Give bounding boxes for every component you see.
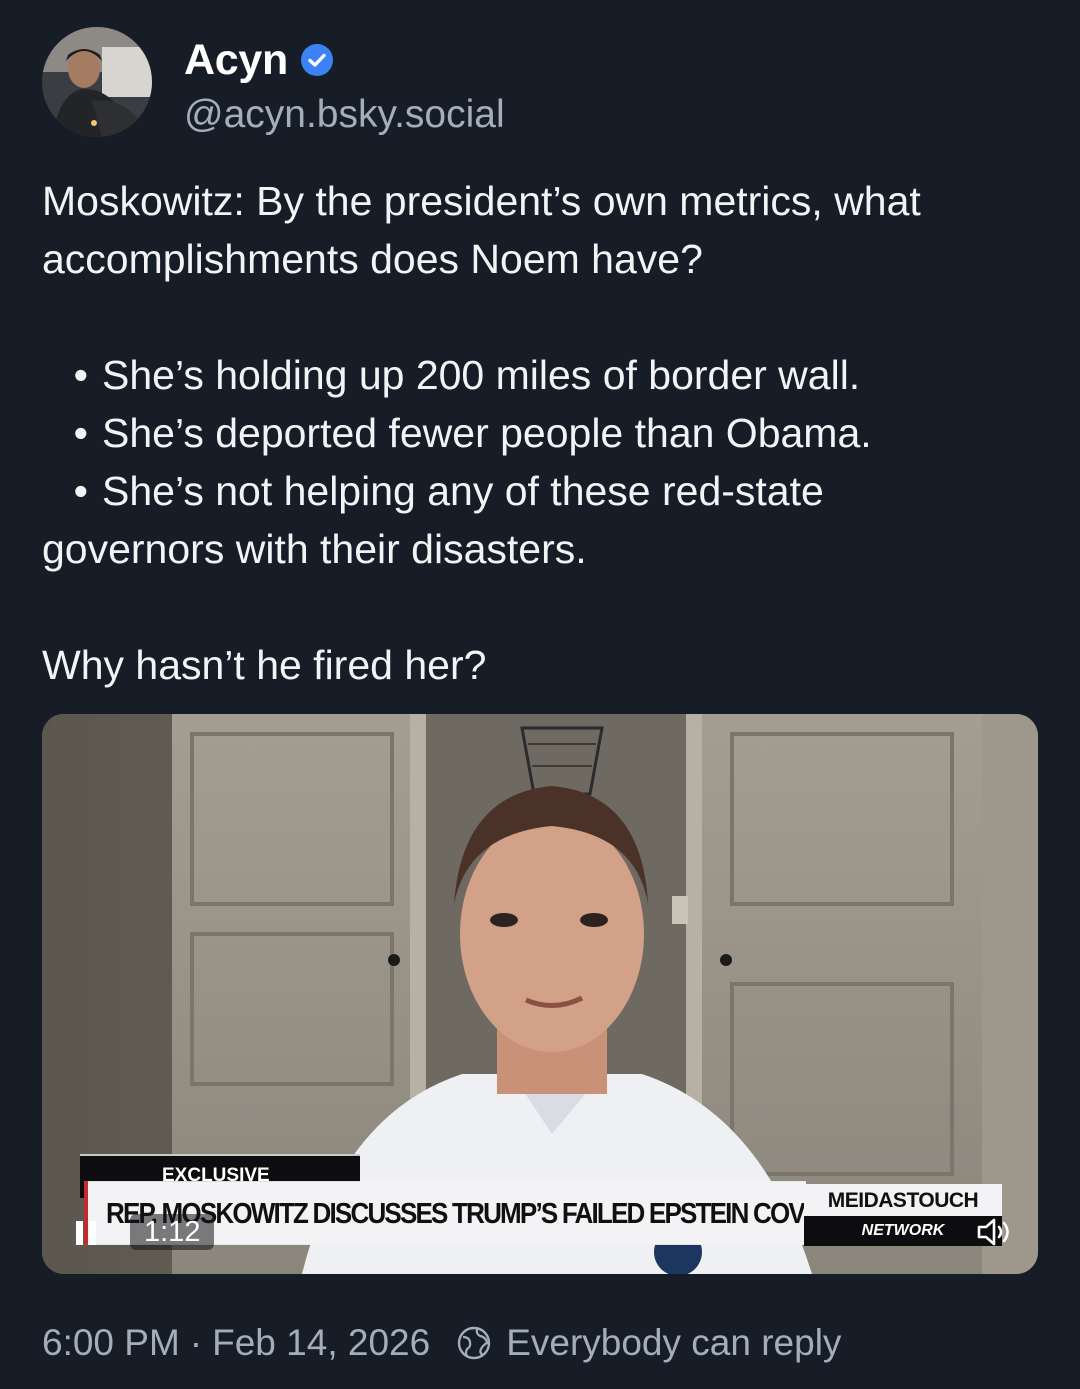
bullet-text: She’s deported fewer people than Obama. xyxy=(102,410,872,456)
author-handle[interactable]: @acyn.bsky.social xyxy=(184,93,505,137)
globe-icon xyxy=(457,1326,491,1360)
speaker-icon[interactable] xyxy=(976,1216,1012,1248)
post-time[interactable]: 6:00 PM xyxy=(42,1322,180,1364)
verified-check-icon xyxy=(300,44,333,76)
brand-name: MEIDASTOUCH xyxy=(827,1189,979,1212)
pause-icon[interactable] xyxy=(74,1219,100,1247)
video-brand: MEIDASTOUCH NETWORK xyxy=(804,1184,1002,1246)
bullet-continuation: governors with their disasters. xyxy=(42,526,587,572)
brand-subtitle: NETWORK xyxy=(804,1216,1002,1246)
post-closing: Why hasn’t he fired her? xyxy=(42,642,487,688)
video-player[interactable]: EXCLUSIVE REP. MOSKOWITZ DISCUSSES TRUMP… xyxy=(42,714,1038,1274)
post-header: Acyn @acyn.bsky.social xyxy=(42,27,1042,139)
video-elapsed-time: 1:12 xyxy=(130,1214,215,1250)
reply-setting[interactable]: Everybody can reply xyxy=(506,1322,841,1364)
author-name-row: Acyn xyxy=(184,35,334,85)
bullet-dot: • xyxy=(73,410,88,456)
post-footer: 6:00 PM · Feb 14, 2026 Everybody can rep… xyxy=(42,1318,841,1368)
bullet-item-1: • She’s holding up 200 miles of border wa… xyxy=(42,346,1042,404)
post-body: Moskowitz: By the president’s own metric… xyxy=(42,172,1042,694)
bullet-item-2: • She’s deported fewer people than Obama. xyxy=(42,404,1042,462)
avatar[interactable] xyxy=(42,27,152,137)
author-name[interactable]: Acyn xyxy=(184,36,288,85)
bullet-text: She’s holding up 200 miles of border wal… xyxy=(102,352,861,398)
post-date[interactable]: Feb 14, 2026 xyxy=(212,1322,430,1364)
bullet-dot: • xyxy=(73,352,88,398)
bullet-dot: • xyxy=(73,468,88,514)
bullet-text: She’s not helping any of these red-state xyxy=(102,468,824,514)
bullet-item-3: • She’s not helping any of these red-stat… xyxy=(42,462,1042,520)
post-intro: Moskowitz: By the president’s own metric… xyxy=(42,178,921,282)
footer-separator: · xyxy=(189,1322,203,1363)
avatar-image xyxy=(42,27,152,137)
